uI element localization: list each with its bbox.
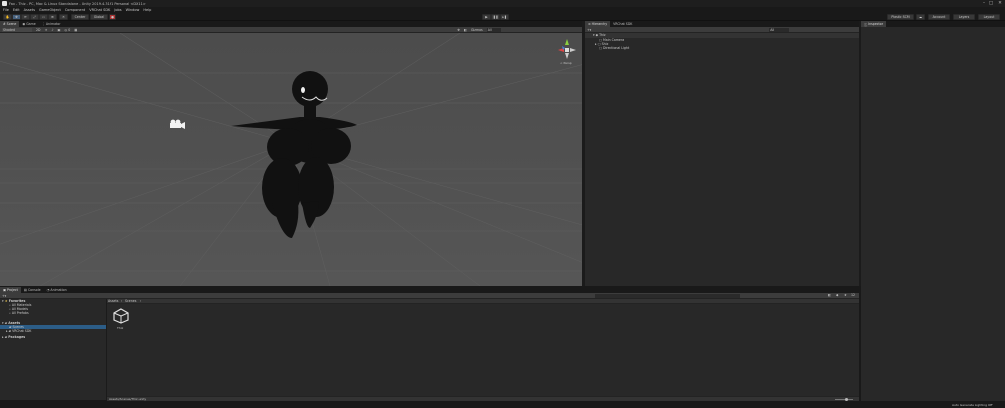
breadcrumb-scenes[interactable]: Scenes: [125, 299, 136, 303]
unity-logo-icon: [113, 308, 129, 324]
menu-help[interactable]: Help: [143, 8, 151, 12]
breadcrumb-separator: ›: [121, 299, 123, 303]
hierarchy-item-directional-light[interactable]: ▢Directional Light: [599, 46, 629, 50]
project-create-button[interactable]: +▾: [2, 294, 6, 298]
shading-mode-dropdown[interactable]: Shaded: [2, 27, 32, 32]
icon-size-slider[interactable]: [835, 399, 853, 400]
orientation-gizmo[interactable]: < Persp: [556, 37, 578, 65]
asset-name: Thiz: [117, 326, 124, 330]
asset-item-thiz[interactable]: Thiz: [112, 308, 130, 332]
cloud-icon[interactable]: ☁: [916, 14, 925, 20]
space-toggle[interactable]: Global: [90, 14, 108, 20]
search-by-label-icon[interactable]: ◆: [836, 293, 838, 297]
menu-jobs[interactable]: Jobs: [114, 8, 121, 12]
move-tool-button[interactable]: ✥: [12, 14, 21, 20]
pivot-toggle[interactable]: Center: [71, 14, 89, 20]
pause-button[interactable]: ❚❚: [491, 14, 500, 20]
menu-assets[interactable]: Assets: [24, 8, 35, 12]
project-search-input[interactable]: [595, 294, 740, 298]
collab-button[interactable]: Plastic SCM: [887, 14, 914, 20]
rect-tool-button[interactable]: ▭: [39, 14, 48, 20]
menu-gameobject[interactable]: GameObject: [39, 8, 61, 12]
record-icon[interactable]: ●: [109, 14, 116, 20]
lighting-status[interactable]: Auto Generate Lighting Off: [952, 403, 992, 407]
hand-tool-button[interactable]: ✋: [3, 14, 12, 20]
folder-icon: ▰: [4, 335, 8, 339]
layout-dropdown[interactable]: Layout: [978, 14, 1000, 20]
close-button[interactable]: ✕: [995, 0, 1005, 7]
layers-dropdown[interactable]: Layers: [953, 14, 975, 20]
search-icon: ⌕: [9, 311, 11, 315]
scene-search-input[interactable]: All: [486, 27, 501, 32]
create-button[interactable]: +▾: [587, 28, 591, 32]
gameobject-icon: ▢: [599, 46, 603, 50]
status-bar: Auto Generate Lighting Off: [0, 401, 1005, 408]
scene-viewport[interactable]: < Persp: [0, 33, 582, 286]
main-toolbar: ✋ ✥ ⟳ ⤢ ▭ ⊕ ✕ Center Global ● ▶ ❚❚ ▸❚ Pl…: [0, 13, 1005, 21]
menu-window[interactable]: Window: [126, 8, 140, 12]
scene-grid: [0, 33, 582, 286]
account-dropdown[interactable]: Account: [928, 14, 950, 20]
transform-tool-button[interactable]: ⊕: [48, 14, 57, 20]
project-folder-tree: ▾ ★ Favorites ⌕ All Materials ⌕ All Mode…: [0, 299, 106, 400]
packages-folder[interactable]: ▸ ▰ Packages: [2, 335, 25, 339]
menu-vrchat-sdk[interactable]: VRChat SDK: [89, 8, 110, 12]
star-icon: ★: [4, 299, 8, 303]
search-by-type-icon[interactable]: ◧: [828, 293, 831, 297]
lighting-icon[interactable]: ☀: [44, 28, 47, 32]
window-title: Fax - Thiz - PC, Mac & Linux Standalone …: [9, 1, 146, 6]
scale-tool-button[interactable]: ⤢: [30, 14, 39, 20]
scene-row[interactable]: [585, 33, 859, 38]
inspector-panel: [861, 27, 1005, 408]
hidden-objects-icon[interactable]: ◎ 0: [64, 28, 70, 32]
scene-label: ▾ ◆ Thiz: [593, 33, 606, 37]
hidden-packages-icon[interactable]: 12: [851, 293, 855, 297]
breadcrumb-assets[interactable]: Assets: [108, 299, 118, 303]
hierarchy-search-input[interactable]: All: [769, 27, 790, 32]
menu-component[interactable]: Component: [65, 8, 85, 12]
step-button[interactable]: ▸❚: [500, 14, 509, 20]
grid-icon[interactable]: ▦: [74, 28, 77, 32]
effects-icon[interactable]: ▣: [57, 28, 60, 32]
unity-app-icon: [2, 1, 7, 6]
folder-icon: ▰: [8, 329, 12, 333]
menu-file[interactable]: File: [3, 8, 9, 12]
gizmos-dropdown[interactable]: Gizmos: [471, 28, 483, 32]
title-bar: Fax - Thiz - PC, Mac & Linux Standalone …: [0, 0, 1005, 7]
favorite-star-icon[interactable]: ★: [844, 293, 847, 297]
scene-tools-icon[interactable]: ✥: [457, 28, 460, 32]
perspective-label[interactable]: < Persp: [560, 61, 572, 65]
custom-tool-button[interactable]: ✕: [59, 14, 68, 20]
folder-vrchat-sdk[interactable]: ▸ ▰ VRChat SDK: [6, 329, 31, 333]
2d-toggle[interactable]: 2D: [36, 28, 40, 32]
breadcrumb-separator: ›: [140, 299, 142, 303]
play-button[interactable]: ▶: [482, 14, 491, 20]
camera-settings-icon[interactable]: ◧: [464, 28, 467, 32]
favorites-item-prefabs[interactable]: ⌕ All Prefabs: [9, 311, 29, 315]
rotate-tool-button[interactable]: ⟳: [21, 14, 30, 20]
audio-icon[interactable]: ♪: [51, 28, 53, 32]
project-asset-grid: Thiz: [107, 304, 859, 396]
menu-edit[interactable]: Edit: [13, 8, 20, 12]
hierarchy-panel: ▾ ◆ Thiz ▢Main Camera ▸ ▢Shiz ▢Direction…: [585, 33, 859, 286]
